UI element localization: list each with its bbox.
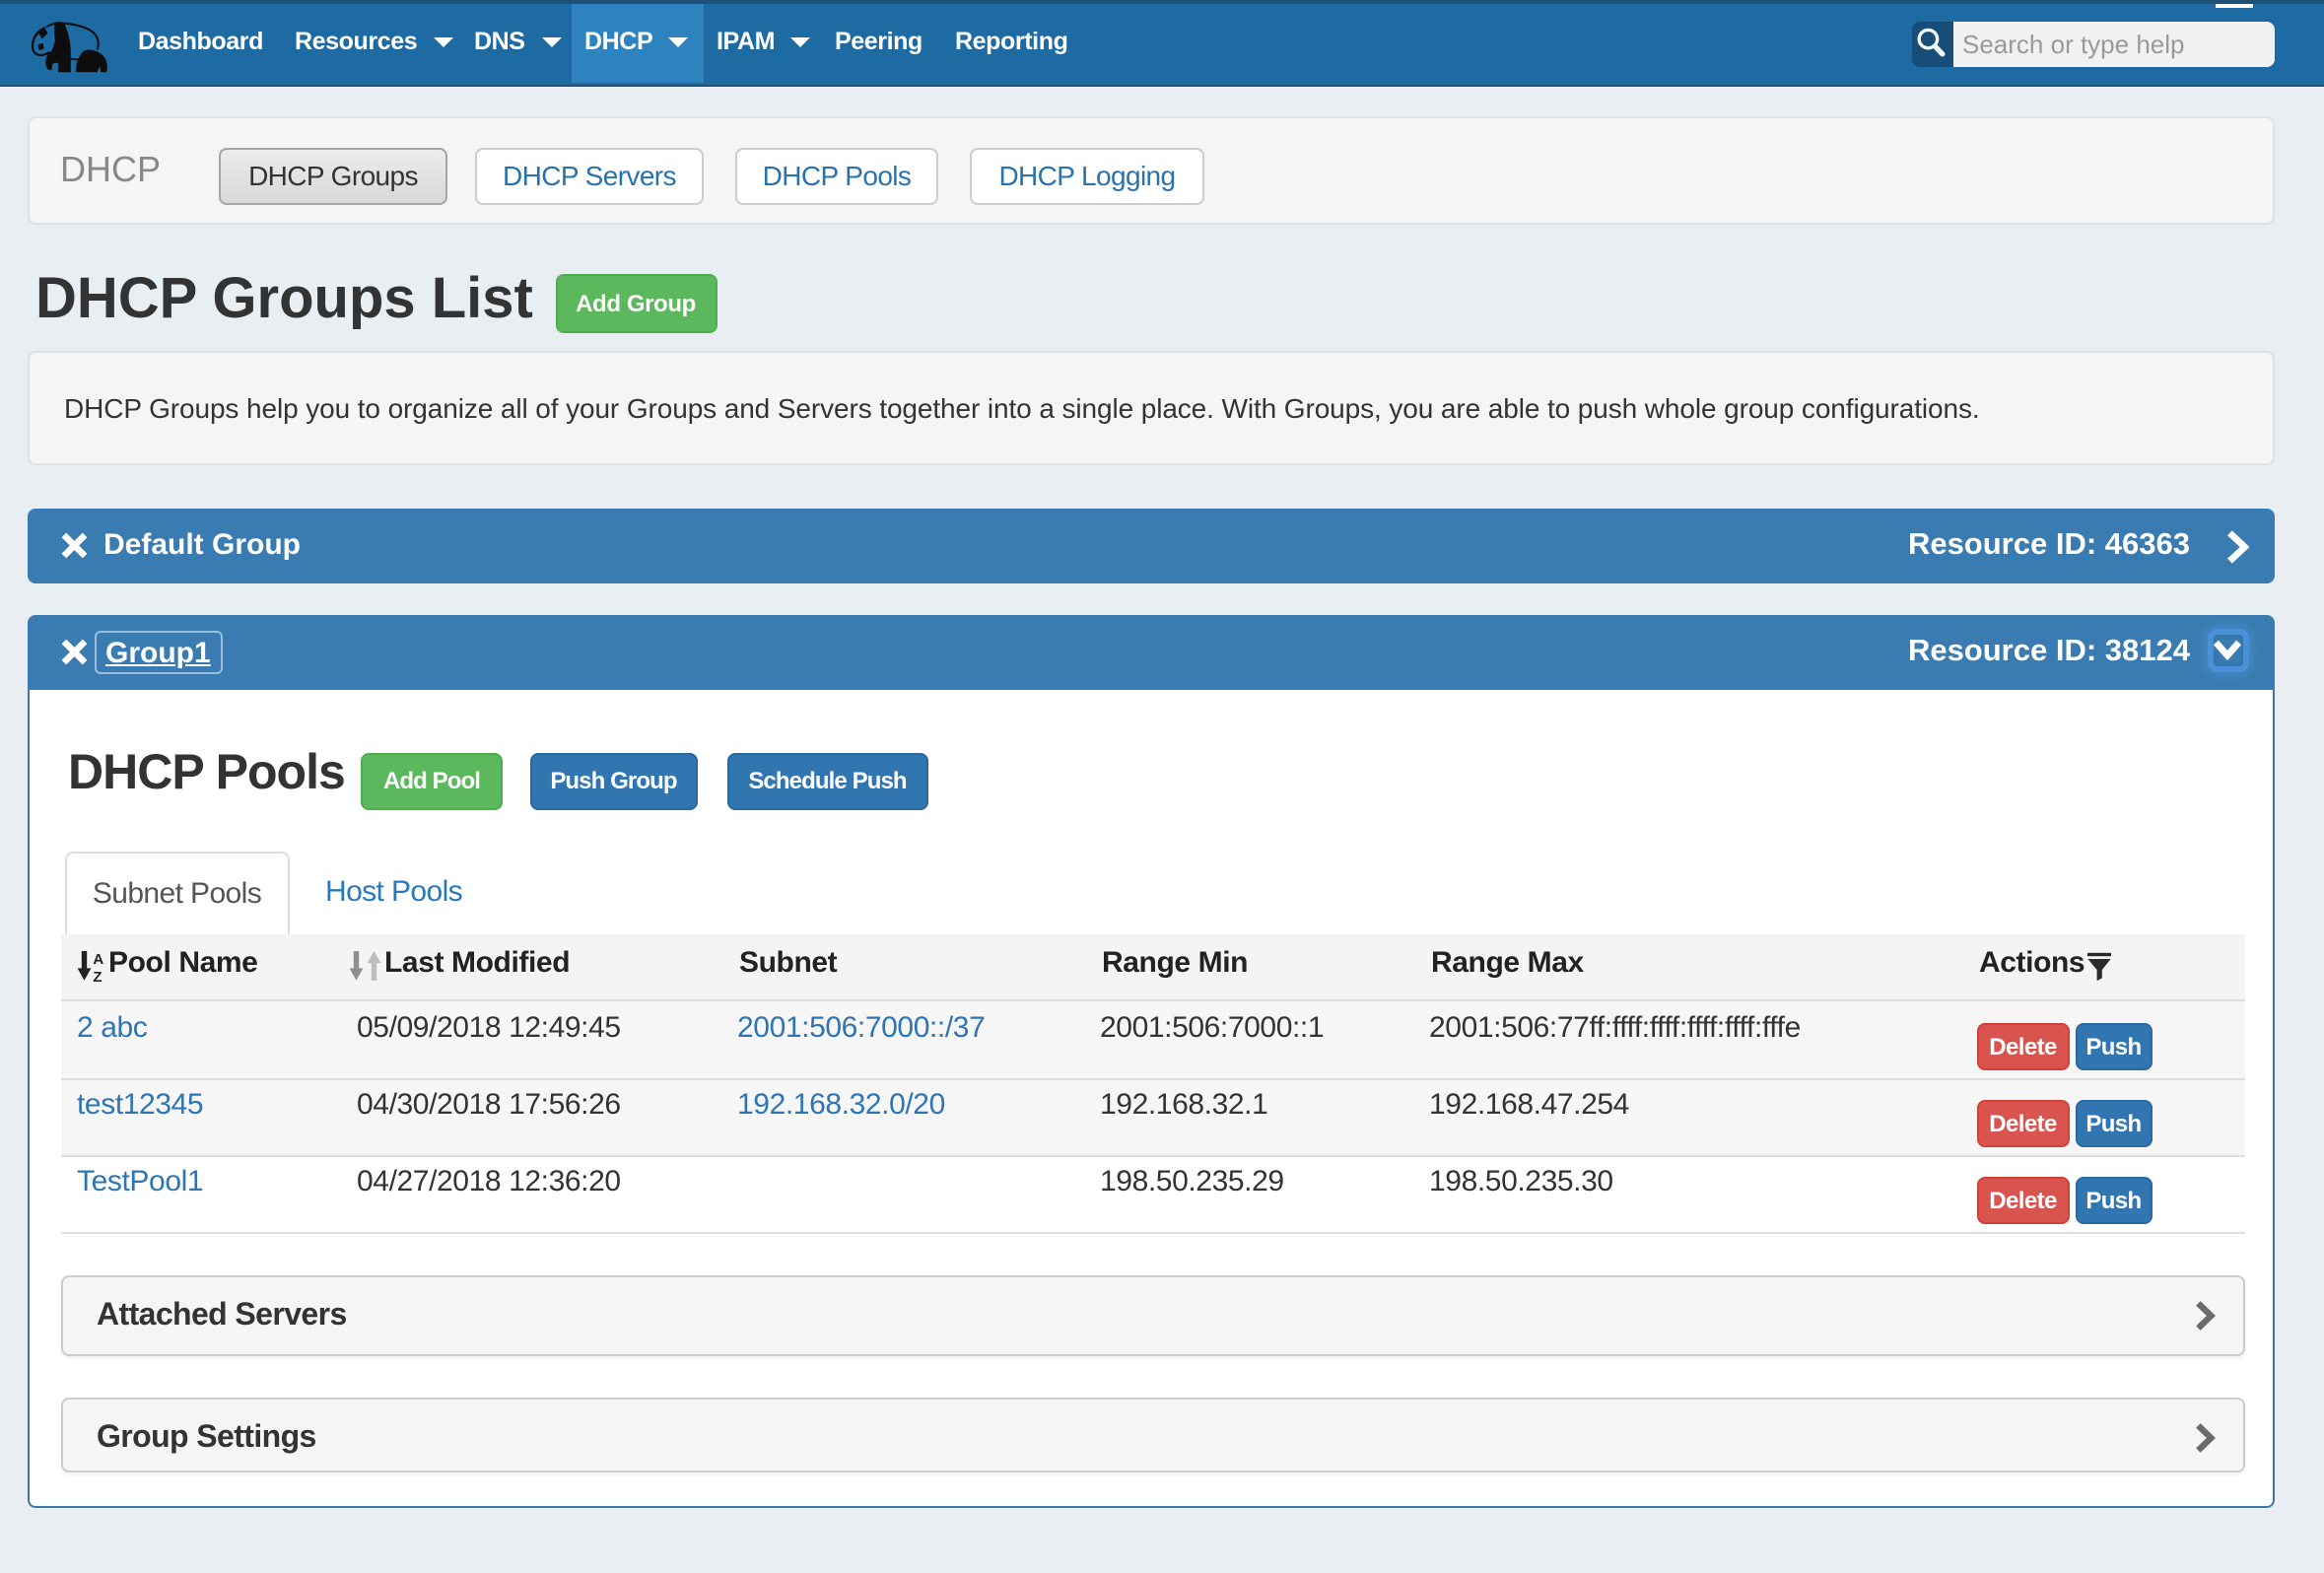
svg-text:Z: Z: [93, 969, 102, 982]
svg-text:A: A: [93, 951, 103, 968]
